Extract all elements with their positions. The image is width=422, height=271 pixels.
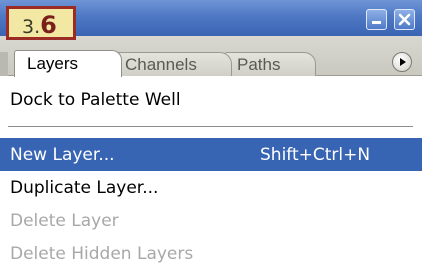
menu-item-label: Delete Hidden Layers xyxy=(10,243,194,264)
tab-layers[interactable]: Layers xyxy=(14,50,122,77)
menu-item-shortcut: Shift+Ctrl+N xyxy=(260,144,371,165)
menu-separator xyxy=(8,126,413,128)
tab-channels[interactable]: Channels xyxy=(112,52,232,76)
menu-item-dock-to-palette-well[interactable]: Dock to Palette Well xyxy=(0,83,422,116)
tab-paths[interactable]: Paths xyxy=(224,52,316,76)
palette-menu-arrow-icon[interactable] xyxy=(392,52,412,72)
menu-item-new-layer[interactable]: New Layer... Shift+Ctrl+N xyxy=(0,138,422,171)
menu-item-label: Duplicate Layer... xyxy=(10,177,159,198)
step-badge: 3. 6 xyxy=(6,6,76,40)
menu-item-label: New Layer... xyxy=(10,144,115,165)
menu-item-delete-layer[interactable]: Delete Layer xyxy=(0,204,422,237)
close-icon[interactable] xyxy=(394,9,415,30)
layers-palette: 3. 6 Paths Channels Layers Dock to Palet… xyxy=(0,0,422,271)
menu-item-label: Dock to Palette Well xyxy=(10,89,181,110)
minimize-icon[interactable] xyxy=(366,9,387,30)
menu-item-delete-hidden-layers[interactable]: Delete Hidden Layers xyxy=(0,237,422,270)
tab-strip-edge xyxy=(0,52,8,76)
menu-item-label: Delete Layer xyxy=(10,210,119,231)
menu-item-duplicate-layer[interactable]: Duplicate Layer... xyxy=(0,171,422,204)
step-badge-prefix: 3. xyxy=(22,16,41,38)
palette-tab-strip: Paths Channels Layers xyxy=(0,36,422,77)
step-badge-number: 6 xyxy=(40,11,57,39)
